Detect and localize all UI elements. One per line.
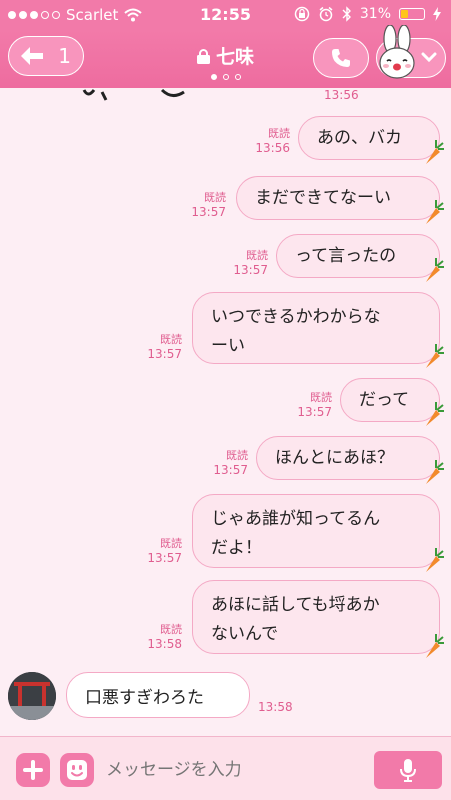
contact-avatar[interactable]: [8, 672, 56, 720]
message-meta: 既読 13:58: [128, 622, 182, 652]
message-text: だって: [359, 389, 410, 410]
chat-title-text: 七味: [215, 46, 254, 68]
microphone-icon: [400, 759, 416, 782]
bluetooth-icon: [342, 6, 351, 22]
outgoing-message-bubble[interactable]: ほんとにあほ？: [256, 436, 440, 480]
message-text: まだできてなーい: [255, 187, 391, 208]
message-meta: 既読 13:56: [236, 126, 290, 156]
carrot-icon: [426, 634, 444, 658]
message-meta: 既読 13:57: [128, 536, 182, 566]
carrot-icon: [426, 548, 444, 572]
sticker-button[interactable]: [60, 753, 94, 787]
charging-icon: [433, 7, 441, 21]
message-meta: 既読 13:57: [128, 332, 182, 362]
outgoing-message-bubble[interactable]: あほに話しても埒あか ないんで: [192, 580, 440, 654]
message-time: 13:57: [147, 347, 182, 361]
battery-fill: [401, 10, 408, 18]
menu-button[interactable]: [376, 25, 446, 79]
phone-icon: [332, 49, 350, 67]
message-text-line: じゃあ誰が知ってるん: [211, 509, 381, 529]
read-receipt: 既読: [246, 249, 268, 262]
chevron-down-icon: [421, 52, 437, 63]
message-time: 13:57: [213, 463, 248, 477]
message-time: 13:57: [191, 205, 226, 219]
bunny-sticker-icon: [379, 25, 415, 79]
rotation-lock-icon: [294, 6, 310, 22]
call-button[interactable]: [313, 38, 369, 78]
read-receipt: 既読: [226, 449, 248, 462]
plus-icon: [23, 760, 43, 780]
chat-log[interactable]: 13:56 既読 13:56 あの、バカ 既読 13:57 まだできてなーい 既…: [0, 88, 451, 736]
message-meta: 既読 13:57: [172, 190, 226, 220]
outgoing-message-bubble[interactable]: いつできるかわからな ーい: [192, 292, 440, 364]
message-time: 13:58: [258, 700, 293, 714]
message-input-bar: [0, 736, 451, 800]
message-text: あの、バカ: [317, 127, 402, 148]
message-time: 13:57: [147, 551, 182, 565]
carrot-icon: [426, 258, 444, 282]
message-text-line: ーい: [211, 336, 245, 356]
message-meta: 既読 13:57: [194, 448, 248, 478]
carrot-icon: [426, 200, 444, 224]
carrot-icon: [426, 460, 444, 484]
read-receipt: 既読: [160, 537, 182, 550]
message-time: 13:58: [147, 637, 182, 651]
carrot-icon: [426, 402, 444, 426]
alarm-icon: [319, 6, 333, 22]
outgoing-message-bubble[interactable]: まだできてなーい: [236, 176, 440, 220]
message-text: って言ったの: [295, 245, 397, 266]
chat-header: 1 七味: [0, 25, 451, 88]
read-receipt: 既読: [204, 191, 226, 204]
outgoing-message-bubble[interactable]: あの、バカ: [298, 116, 440, 160]
battery-percent: 31%: [359, 6, 391, 22]
avatar-image: [8, 672, 56, 720]
message-input[interactable]: [106, 751, 356, 789]
read-receipt: 既読: [160, 333, 182, 346]
message-time: 13:57: [233, 263, 268, 277]
read-receipt: 既読: [310, 391, 332, 404]
partial-message-time: 13:56: [324, 88, 359, 102]
read-receipt: 既読: [268, 127, 290, 140]
carrot-icon: [426, 140, 444, 164]
message-text: ほんとにあほ？: [275, 447, 394, 468]
message-time: 13:56: [255, 141, 290, 155]
lock-icon: [196, 49, 210, 64]
message-time: 13:57: [297, 405, 332, 419]
message-text-line: あほに話しても埒あか: [211, 595, 380, 615]
read-receipt: 既読: [160, 623, 182, 636]
message-text-line: ないんで: [211, 624, 279, 644]
partial-sticker: [82, 88, 185, 101]
incoming-message-bubble[interactable]: 口悪すぎわろた: [66, 672, 250, 718]
message-text: 口悪すぎわろた: [85, 687, 204, 708]
add-attachment-button[interactable]: [16, 753, 50, 787]
message-text-line: いつできるかわからな: [211, 307, 381, 327]
outgoing-message-bubble[interactable]: じゃあ誰が知ってるん だよ！: [192, 494, 440, 568]
carrot-icon: [426, 344, 444, 368]
outgoing-message-bubble[interactable]: って言ったの: [276, 234, 440, 278]
message-text-line: だよ！: [211, 538, 262, 558]
voice-message-button[interactable]: [374, 751, 442, 789]
battery-icon: [399, 8, 425, 20]
emoji-icon: [67, 760, 87, 780]
message-meta: 既読 13:57: [214, 248, 268, 278]
message-meta: 既読 13:57: [278, 390, 332, 420]
